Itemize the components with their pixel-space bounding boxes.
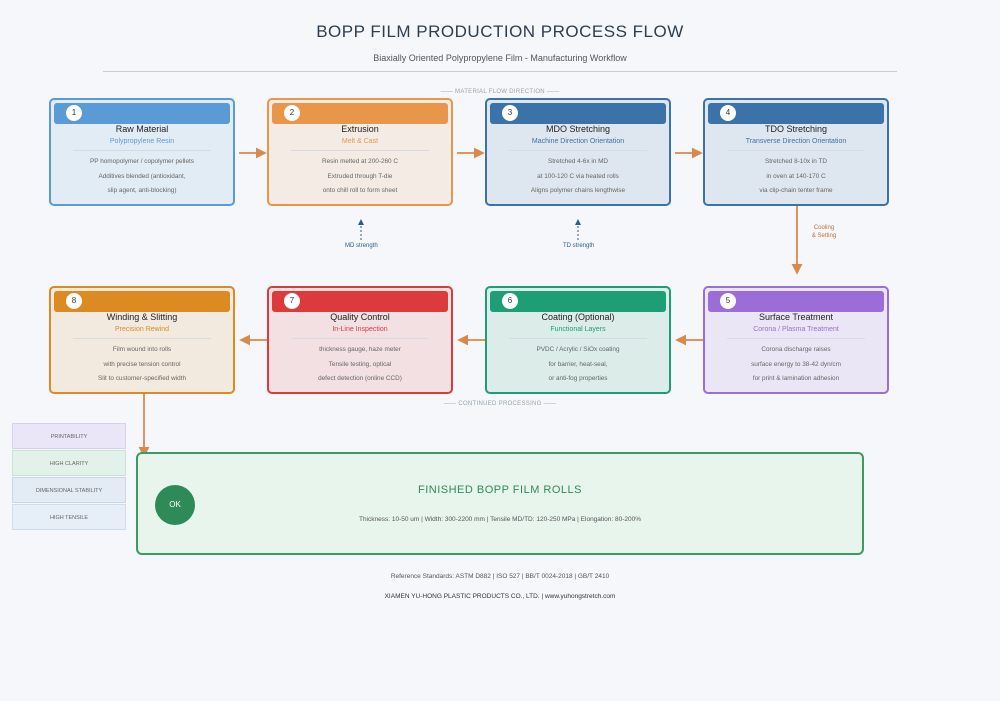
step-divider [291, 150, 429, 151]
step-desc-line: Stretched 4-6x in MD [547, 158, 609, 165]
step-desc-line: Extruded through T-die [327, 173, 393, 180]
step-title: Coating (Optional) [541, 312, 615, 322]
finished-rolls-specs: Thickness: 10-50 um | Width: 300-2200 mm… [358, 516, 642, 523]
step-number: 5 [720, 293, 736, 309]
step-card-3: 3 MDO Stretching Machine Direction Orien… [485, 98, 671, 206]
step-desc-line: at 100-120 C via heated rolls [537, 173, 619, 180]
company-info: XIAMEN YU-HONG PLASTIC PRODUCTS CO., LTD… [384, 593, 616, 600]
step-title: Winding & Slitting [106, 312, 178, 322]
step-subtitle: Transverse Direction Orientation [745, 138, 847, 145]
reference-standards: Reference Standards: ASTM D882 | ISO 527… [390, 573, 610, 580]
step-title: Quality Control [330, 312, 390, 322]
step-card-6: 6 Coating (Optional) Functional Layers P… [485, 286, 671, 394]
step-desc-line: slip agent, anti-blocking) [107, 187, 177, 194]
legend-item-dimensional-stability: DIMENSIONAL STABILITY [12, 477, 126, 503]
step-number: 2 [284, 105, 300, 121]
step-card-4: 4 TDO Stretching Transverse Direction Or… [703, 98, 889, 206]
step-desc-line: surface energy to 38-42 dyn/cm [751, 361, 841, 368]
step-card-1: 1 Raw Material Polypropylene Resin PP ho… [49, 98, 235, 206]
step-desc-line: PP homopolymer / copolymer pellets [90, 158, 194, 165]
step-number: 8 [66, 293, 82, 309]
step-title: MDO Stretching [545, 124, 611, 134]
finished-rolls-box: OK FINISHED BOPP FILM ROLLS Thickness: 1… [136, 452, 864, 555]
step-desc-line: Tensile testing, optical [328, 361, 392, 368]
step-number: 6 [502, 293, 518, 309]
step-card-8: 8 Winding & Slitting Precision Rewind Fi… [49, 286, 235, 394]
step-desc-line: Film wound into rolls [112, 346, 172, 353]
step-desc-line: Slit to customer-specified width [97, 375, 187, 382]
legend-item-high-clarity: HIGH CLARITY [12, 450, 126, 476]
step-desc-line: thickness gauge, haze meter [319, 346, 401, 353]
step-number: 3 [502, 105, 518, 121]
step-desc-line: for print & lamination adhesion [752, 375, 840, 382]
md-strength-note: MD strength [345, 243, 378, 249]
step-number: 4 [720, 105, 736, 121]
step-card-5: 5 Surface Treatment Corona / Plasma Trea… [703, 286, 889, 394]
step-subtitle: Precision Rewind [114, 326, 170, 333]
step-card-7: 7 Quality Control In-Line Inspection thi… [267, 286, 453, 394]
step-subtitle: Functional Layers [550, 326, 606, 333]
cooling-setting-note: Cooling & Setting [804, 225, 844, 239]
step-desc-line: Resin melted at 200-260 C [321, 158, 399, 165]
step-desc-line: Additives blended (antioxidant, [98, 173, 186, 180]
step-divider [73, 150, 211, 151]
step-divider [73, 338, 211, 339]
step-desc-line: Corona discharge raises [761, 346, 831, 353]
step-subtitle: Machine Direction Orientation [531, 138, 625, 145]
cooling-note-line: Cooling [813, 225, 835, 231]
step-desc-line: or anti-fog properties [548, 375, 608, 382]
step-title: Surface Treatment [758, 312, 834, 322]
step-desc-line: PVDC / Acrylic / SiOx coating [536, 346, 620, 353]
step-desc-line: via clip-chain tenter frame [759, 187, 833, 194]
td-strength-note: TD strength [563, 243, 595, 249]
step-card-2: 2 Extrusion Melt & Cast Resin melted at … [267, 98, 453, 206]
step-desc-line: Aligns polymer chains lengthwise [530, 187, 626, 194]
step-subtitle: In-Line Inspection [332, 326, 388, 333]
step-desc-line: with precise tension control [103, 361, 181, 368]
legend-item-high-tensile: HIGH TENSILE [12, 504, 126, 530]
step-divider [727, 338, 865, 339]
step-number: 1 [66, 105, 82, 121]
legend-item-printability: PRINTABILITY [12, 423, 126, 449]
step-divider [727, 150, 865, 151]
step-divider [509, 338, 647, 339]
step-subtitle: Polypropylene Resin [109, 138, 175, 145]
step-desc-line: Stretched 8-10x in TD [764, 158, 828, 165]
step-title: Raw Material [115, 124, 169, 134]
step-divider [291, 338, 429, 339]
step-desc-line: in oven at 140-170 C [766, 173, 826, 180]
finished-rolls-title: FINISHED BOPP FILM ROLLS [417, 484, 582, 496]
step-subtitle: Corona / Plasma Treatment [753, 326, 839, 333]
step-desc-line: onto chill roll to form sheet [322, 187, 398, 194]
step-divider [509, 150, 647, 151]
step-desc-line: defect detection (online CCD) [318, 375, 402, 382]
step-subtitle: Melt & Cast [341, 138, 379, 145]
step-title: TDO Stretching [764, 124, 828, 134]
step-number: 7 [284, 293, 300, 309]
cooling-note-line: & Setting [811, 233, 837, 239]
step-title: Extrusion [341, 124, 379, 134]
step-desc-line: for barrier, heat-seal, [548, 361, 608, 368]
